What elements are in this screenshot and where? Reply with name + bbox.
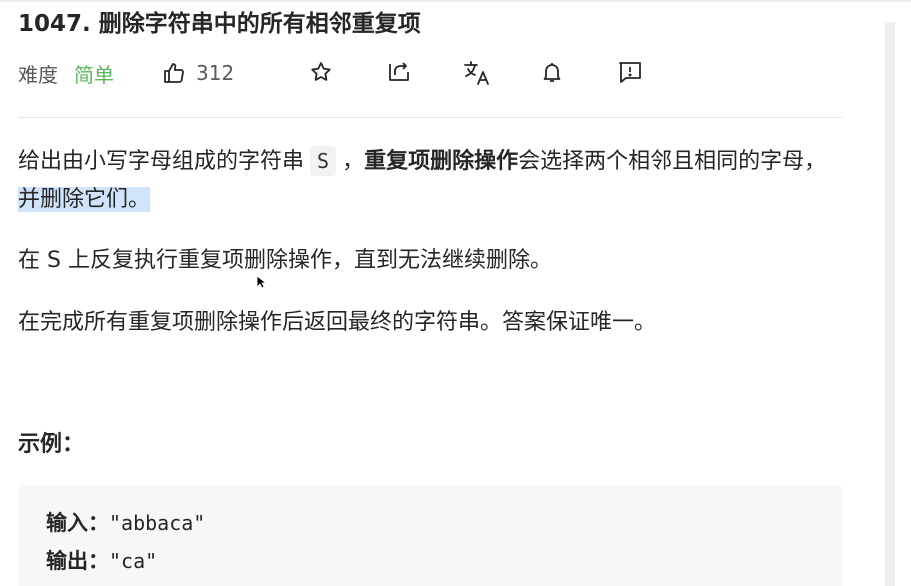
subscribe-button[interactable]	[540, 60, 564, 88]
inline-code-s: S	[310, 146, 337, 176]
feedback-icon	[619, 62, 641, 83]
description-text: 给出由小写字母组成的字符串	[18, 149, 305, 174]
selected-text: 并删除它们。	[18, 187, 151, 212]
share-icon	[389, 62, 409, 81]
example-input-line: 输入："abbaca"	[46, 507, 205, 537]
description-text: ，	[342, 149, 365, 174]
example-code-block: 输入："abbaca" 输出："ca"	[18, 485, 842, 586]
translate-icon	[464, 61, 489, 85]
mouse-cursor-icon	[256, 275, 266, 289]
problem-title: 1047. 删除字符串中的所有相邻重复项	[18, 11, 421, 37]
divider	[18, 117, 842, 118]
problem-meta-bar: 难度 简单 312	[18, 56, 234, 90]
favorite-button[interactable]	[309, 60, 333, 88]
description-text: 会选择两个相邻且相同的字母，	[518, 149, 827, 174]
thumbs-up-icon	[164, 63, 184, 83]
output-value: "ca"	[109, 549, 158, 573]
bold-term: 重复项删除操作	[364, 149, 519, 174]
input-label: 输入：	[46, 511, 109, 535]
share-button[interactable]	[386, 60, 412, 88]
input-value: "abbaca"	[109, 511, 206, 535]
top-shadow	[0, 0, 911, 3]
scrollbar[interactable]	[885, 22, 895, 586]
example-output-line: 输出："ca"	[46, 545, 157, 575]
like-count: 312	[196, 61, 235, 85]
difficulty-label: 难度	[18, 62, 58, 87]
example-heading: 示例：	[18, 432, 85, 457]
feedback-button[interactable]	[617, 60, 643, 88]
description-paragraph-2: 在 S 上反复执行重复项删除操作，直到无法继续删除。	[18, 248, 552, 273]
difficulty-badge: 简单	[74, 62, 114, 87]
like-button[interactable]: 312	[162, 61, 234, 85]
bell-icon	[543, 63, 561, 82]
star-icon	[311, 62, 331, 81]
description-paragraph-3: 在完成所有重复项删除操作后返回最终的字符串。答案保证唯一。	[18, 310, 657, 335]
translate-button[interactable]	[463, 60, 491, 90]
problem-description-page: 1047. 删除字符串中的所有相邻重复项 难度 简单 312 给出由小写字母组成…	[0, 0, 911, 586]
description-paragraph-1: 给出由小写字母组成的字符串 S ，重复项删除操作会选择两个相邻且相同的字母， 并删除它…	[18, 143, 838, 219]
output-label: 输出：	[46, 549, 109, 573]
